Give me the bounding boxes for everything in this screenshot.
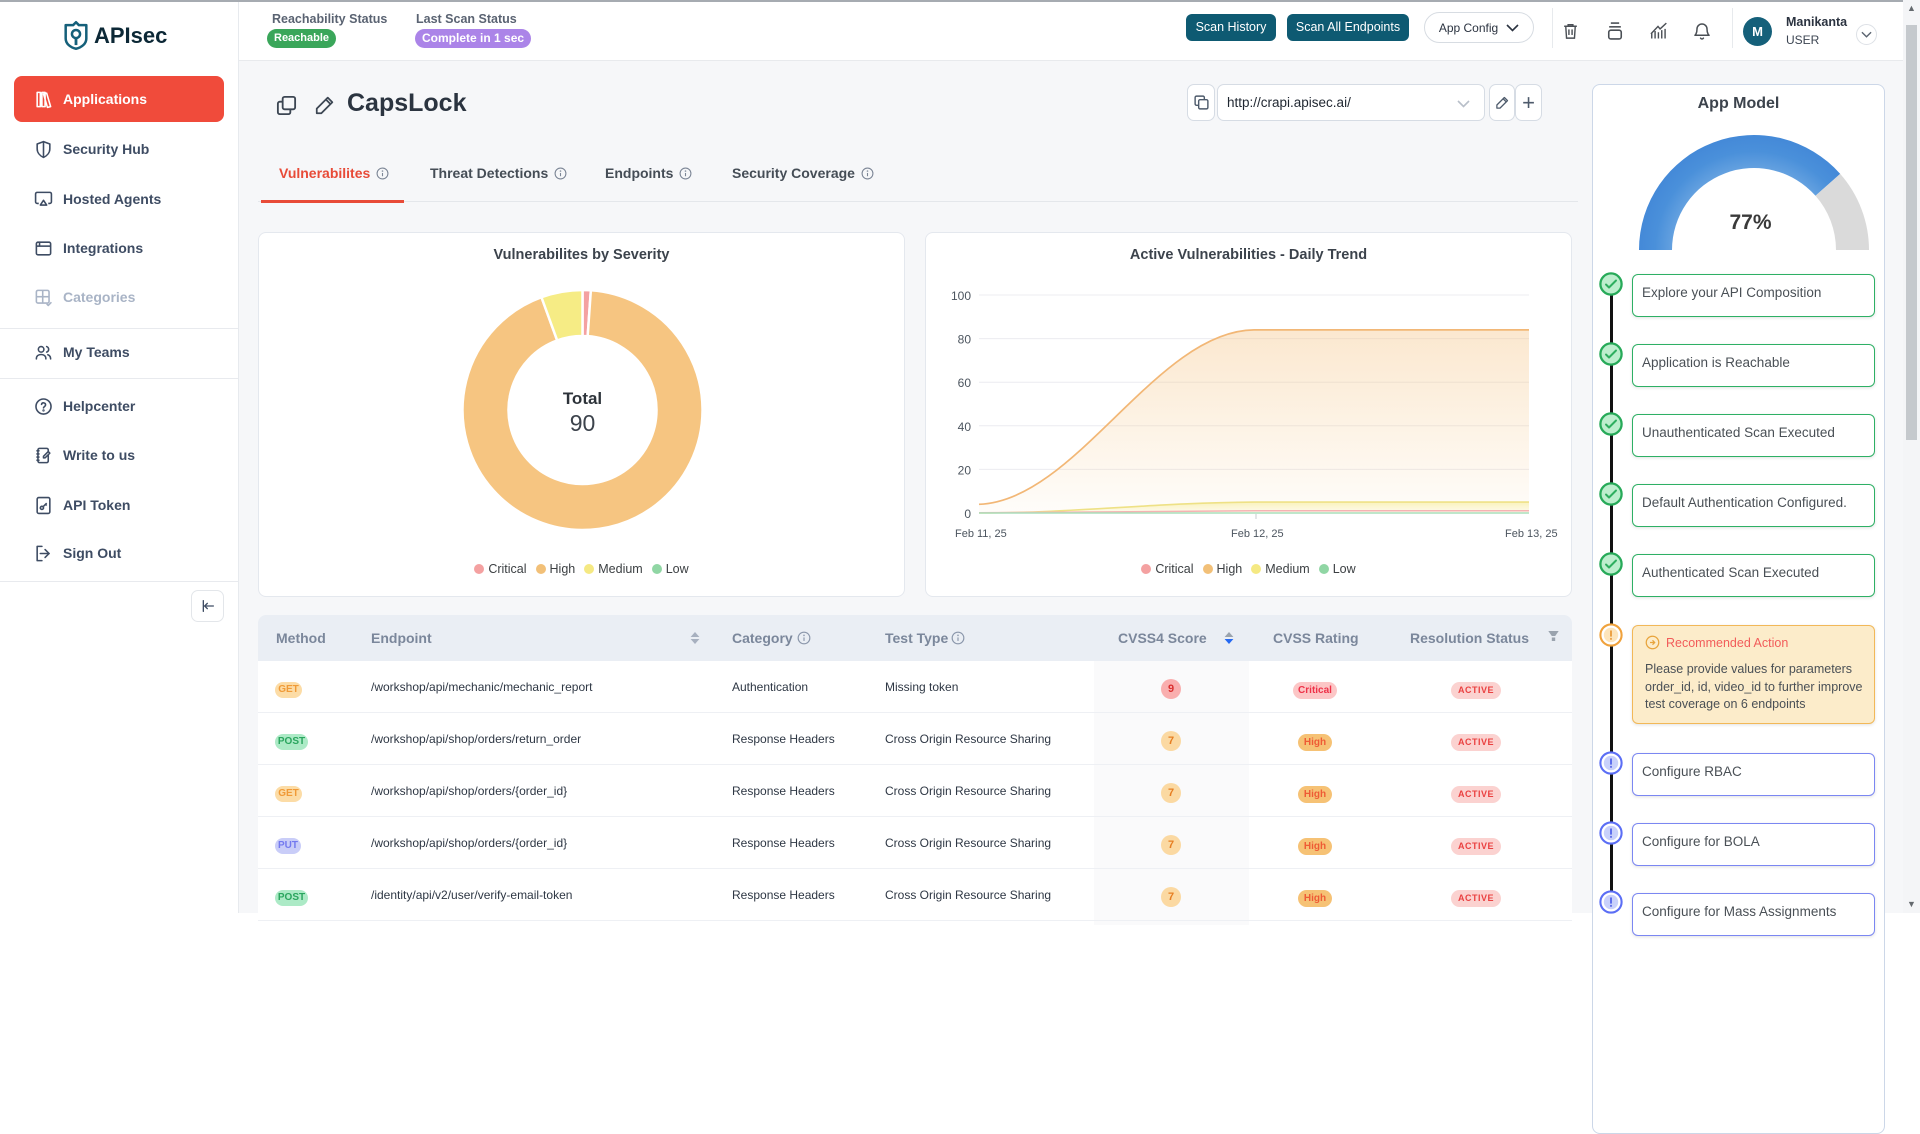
svg-text:Feb 11, 25: Feb 11, 25 bbox=[955, 528, 1007, 540]
svg-text:Total: Total bbox=[563, 389, 602, 408]
svg-text:Feb 13, 25: Feb 13, 25 bbox=[1505, 528, 1558, 540]
svg-text:80: 80 bbox=[958, 333, 972, 347]
svg-text:60: 60 bbox=[958, 376, 972, 390]
svg-text:90: 90 bbox=[570, 410, 596, 436]
svg-text:0: 0 bbox=[964, 507, 971, 521]
svg-text:40: 40 bbox=[958, 420, 972, 434]
svg-text:20: 20 bbox=[958, 463, 972, 477]
svg-text:100: 100 bbox=[951, 289, 971, 303]
svg-text:Feb 12, 25: Feb 12, 25 bbox=[1231, 528, 1284, 540]
